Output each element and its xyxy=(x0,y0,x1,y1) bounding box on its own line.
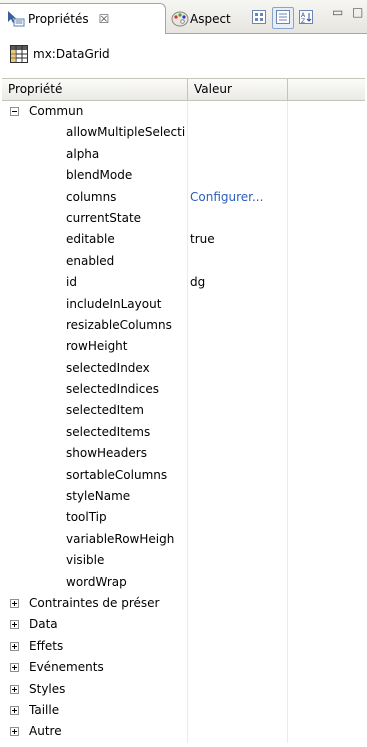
datagrid-icon xyxy=(10,45,28,63)
header-property[interactable]: Propriété xyxy=(2,79,188,100)
sort-az-icon: A Z xyxy=(298,9,314,28)
expand-icon[interactable] xyxy=(10,684,19,694)
expand-icon[interactable] xyxy=(10,727,19,737)
property-name: blendMode xyxy=(66,168,133,183)
group-label: Evénements xyxy=(29,660,104,675)
property-name: variableRowHeigh xyxy=(66,531,175,546)
property-row[interactable]: visible xyxy=(2,550,365,571)
property-row[interactable]: selectedIndices xyxy=(2,379,365,400)
expand-icon[interactable] xyxy=(10,663,19,673)
sort-alphabetically-button[interactable]: A Z xyxy=(295,7,317,29)
view-tab-bar: Propriétés ☒ Aspect A Z ▭ □ xyxy=(0,0,367,34)
expand-icon[interactable] xyxy=(10,598,19,608)
group-label: Commun xyxy=(29,104,84,118)
property-row[interactable]: resizableColumns xyxy=(2,315,365,336)
property-row[interactable]: alpha xyxy=(2,144,365,165)
tab-proprietes[interactable]: Propriétés ☒ xyxy=(0,3,166,34)
property-row[interactable]: editable true xyxy=(2,229,365,250)
group-row[interactable]: Autre xyxy=(2,721,365,742)
categories-view-button[interactable] xyxy=(248,7,270,29)
property-name: visible xyxy=(66,553,105,568)
group-row-commun[interactable]: Commun xyxy=(2,101,365,122)
configure-columns-link[interactable]: Configurer... xyxy=(190,187,286,208)
property-name: selectedItems xyxy=(66,424,151,439)
property-name: allowMultipleSelecti xyxy=(66,125,186,140)
property-row[interactable]: id dg xyxy=(2,272,365,293)
expand-icon[interactable] xyxy=(10,705,19,715)
properties-view-icon xyxy=(6,10,28,28)
property-name: selectedItem xyxy=(66,403,144,418)
group-label: Taille xyxy=(29,702,60,717)
property-row[interactable]: sortableColumns xyxy=(2,465,365,486)
palette-icon xyxy=(170,10,190,28)
grid-view-icon xyxy=(251,9,267,28)
header-value[interactable]: Valeur xyxy=(188,79,288,100)
property-name: wordWrap xyxy=(66,574,127,589)
property-name: sortableColumns xyxy=(66,467,168,482)
property-row[interactable]: allowMultipleSelecti xyxy=(2,122,365,143)
group-label: Data xyxy=(29,617,58,632)
property-row[interactable]: wordWrap xyxy=(2,572,365,593)
list-view-icon xyxy=(275,9,291,28)
group-row[interactable]: Evénements xyxy=(2,657,365,678)
property-name: resizableColumns xyxy=(66,317,172,332)
property-row[interactable]: blendMode xyxy=(2,165,365,186)
property-name: editable xyxy=(66,232,115,247)
expand-icon[interactable] xyxy=(10,641,19,651)
property-value[interactable]: dg xyxy=(190,272,286,293)
property-name: showHeaders xyxy=(66,446,147,461)
maximize-icon[interactable]: □ xyxy=(352,5,363,19)
property-row[interactable]: showHeaders xyxy=(2,443,365,464)
property-name: toolTip xyxy=(66,510,107,525)
property-name: rowHeight xyxy=(66,339,128,354)
property-row[interactable]: selectedItems xyxy=(2,422,365,443)
property-grid: Propriété Valeur Commun allowMultipleSel… xyxy=(2,78,365,743)
expand-icon[interactable] xyxy=(10,620,19,630)
property-name: columns xyxy=(66,189,117,204)
property-name: selectedIndex xyxy=(66,360,150,375)
svg-text:Z: Z xyxy=(301,18,305,25)
group-row[interactable]: Contraintes de préser xyxy=(2,593,365,614)
property-rows: Commun allowMultipleSelecti alpha blendMod… xyxy=(2,101,365,743)
grid-header: Propriété Valeur xyxy=(2,79,365,101)
property-row[interactable]: selectedIndex xyxy=(2,358,365,379)
property-name: selectedIndices xyxy=(66,382,159,397)
property-row[interactable]: styleName xyxy=(2,486,365,507)
tab-proprietes-label: Propriétés xyxy=(28,12,89,26)
group-label: Styles xyxy=(29,681,66,696)
tab-aspect[interactable]: Aspect xyxy=(168,3,231,34)
property-row[interactable]: toolTip xyxy=(2,507,365,528)
property-name: enabled xyxy=(66,253,115,268)
property-row[interactable]: currentState xyxy=(2,208,365,229)
group-label: Contraintes de préser xyxy=(29,595,160,610)
group-label: Autre xyxy=(29,724,62,739)
group-label: Effets xyxy=(29,638,64,653)
tab-aspect-label: Aspect xyxy=(190,11,231,26)
minimize-icon[interactable]: ▭ xyxy=(332,5,343,19)
property-row[interactable]: columns Configurer... xyxy=(2,187,365,208)
property-row[interactable]: selectedItem xyxy=(2,400,365,421)
property-row[interactable]: includeInLayout xyxy=(2,294,365,315)
property-row[interactable]: rowHeight xyxy=(2,336,365,357)
collapse-icon[interactable] xyxy=(10,107,19,116)
group-row[interactable]: Taille xyxy=(2,700,365,721)
property-name: includeInLayout xyxy=(66,296,162,311)
property-name: currentState xyxy=(66,210,142,225)
close-tab-icon[interactable]: ☒ xyxy=(99,12,110,26)
property-name: styleName xyxy=(66,489,131,504)
property-value[interactable]: true xyxy=(190,229,286,250)
group-row[interactable]: Effets xyxy=(2,636,365,657)
property-name: id xyxy=(66,275,77,290)
component-title-row: mx:DataGrid xyxy=(0,42,367,66)
property-row[interactable]: enabled xyxy=(2,251,365,272)
property-name: alpha xyxy=(66,146,100,161)
component-name: mx:DataGrid xyxy=(33,47,110,61)
group-row[interactable]: Styles xyxy=(2,679,365,700)
property-row[interactable]: variableRowHeigh xyxy=(2,529,365,550)
group-row[interactable]: Data xyxy=(2,614,365,635)
list-view-button[interactable] xyxy=(272,7,294,29)
